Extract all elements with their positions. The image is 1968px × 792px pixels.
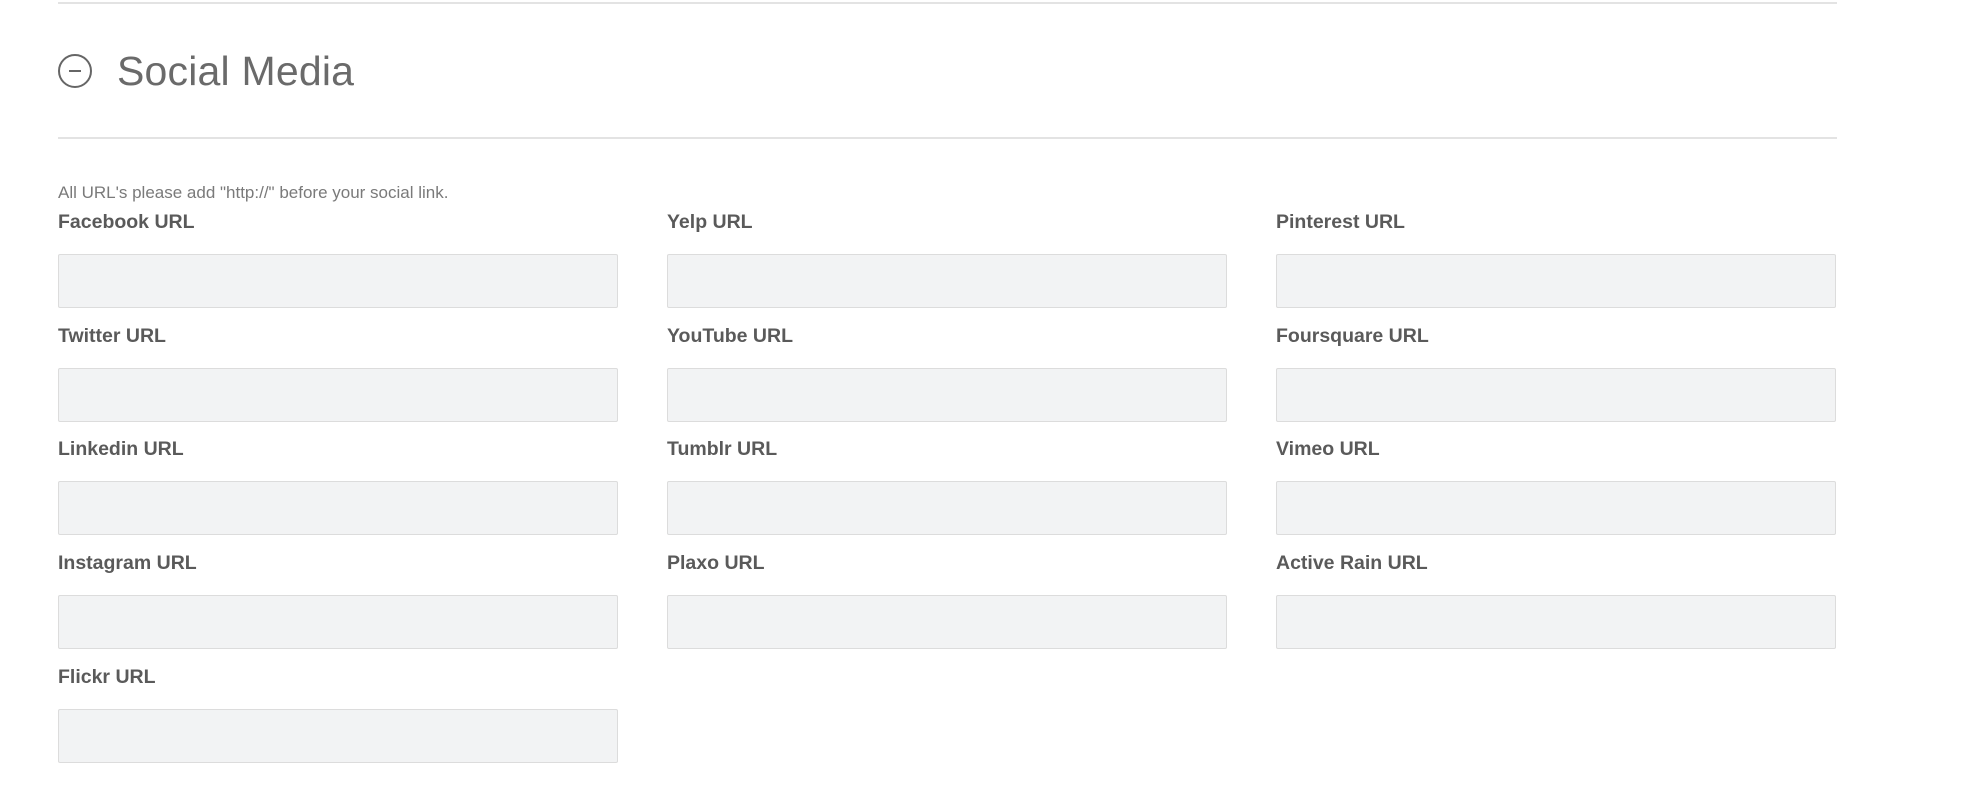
linkedin-url-input[interactable] [58, 481, 618, 535]
plaxo-label: Plaxo URL [667, 552, 765, 574]
plaxo-url-input[interactable] [667, 595, 1227, 649]
collapse-minus-icon[interactable] [58, 54, 92, 88]
instagram-url-input[interactable] [58, 595, 618, 649]
instagram-label: Instagram URL [58, 552, 197, 574]
help-text: All URL's please add "http://" before yo… [58, 183, 449, 202]
section-divider [58, 137, 1837, 139]
yelp-url-input[interactable] [667, 254, 1227, 308]
tumblr-url-input[interactable] [667, 481, 1227, 535]
flickr-url-input[interactable] [58, 709, 618, 763]
foursquare-url-input[interactable] [1276, 368, 1836, 422]
section-title: Social Media [117, 47, 355, 94]
active-rain-field: Active Rain URL [1276, 551, 1836, 649]
foursquare-field: Foursquare URL [1276, 324, 1836, 422]
plaxo-field: Plaxo URL [667, 551, 1227, 649]
section-header: Social Media [58, 48, 354, 94]
twitter-url-input[interactable] [58, 368, 618, 422]
vimeo-label: Vimeo URL [1276, 438, 1380, 460]
linkedin-label: Linkedin URL [58, 438, 184, 460]
active-rain-label: Active Rain URL [1276, 552, 1428, 574]
tumblr-field: Tumblr URL [667, 437, 1227, 535]
facebook-label: Facebook URL [58, 211, 195, 233]
twitter-field: Twitter URL [58, 324, 618, 422]
twitter-label: Twitter URL [58, 325, 166, 347]
vimeo-url-input[interactable] [1276, 481, 1836, 535]
active-rain-url-input[interactable] [1276, 595, 1836, 649]
yelp-field: Yelp URL [667, 210, 1227, 308]
tumblr-label: Tumblr URL [667, 438, 778, 460]
social-media-page: Social Media All URL's please add "http:… [0, 0, 1968, 792]
pinterest-url-input[interactable] [1276, 254, 1836, 308]
flickr-label: Flickr URL [58, 666, 156, 688]
youtube-url-input[interactable] [667, 368, 1227, 422]
foursquare-label: Foursquare URL [1276, 325, 1429, 347]
youtube-field: YouTube URL [667, 324, 1227, 422]
top-divider [58, 2, 1837, 4]
yelp-label: Yelp URL [667, 211, 753, 233]
instagram-field: Instagram URL [58, 551, 618, 649]
pinterest-label: Pinterest URL [1276, 211, 1405, 233]
vimeo-field: Vimeo URL [1276, 437, 1836, 535]
facebook-field: Facebook URL [58, 210, 618, 308]
facebook-url-input[interactable] [58, 254, 618, 308]
linkedin-field: Linkedin URL [58, 437, 618, 535]
flickr-field: Flickr URL [58, 665, 618, 763]
youtube-label: YouTube URL [667, 325, 794, 347]
pinterest-field: Pinterest URL [1276, 210, 1836, 308]
